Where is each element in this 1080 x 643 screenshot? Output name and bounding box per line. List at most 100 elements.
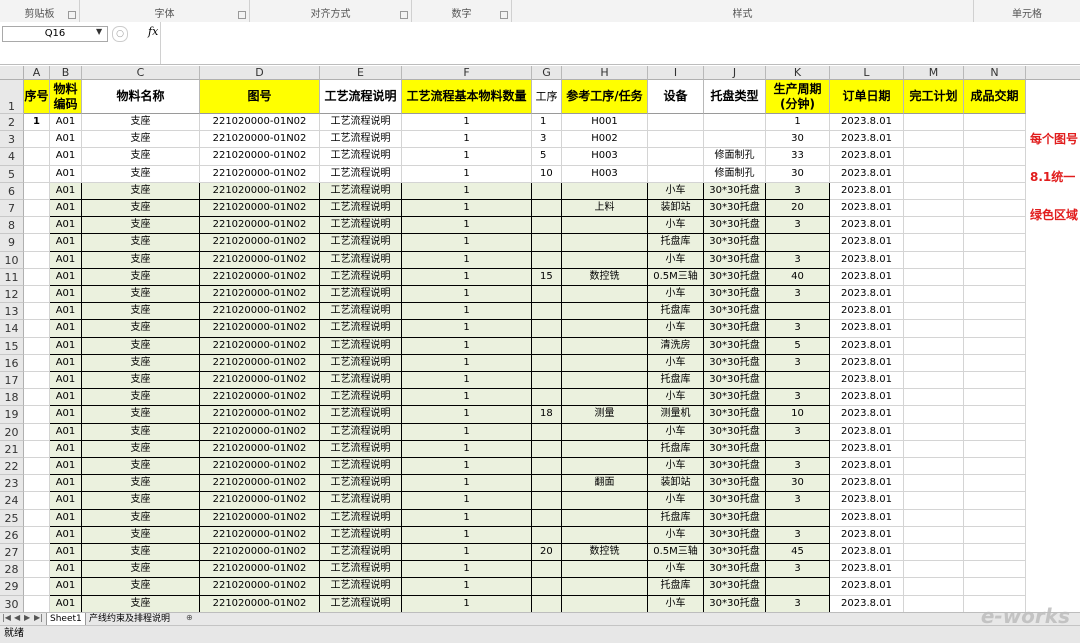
cell-m[interactable]	[904, 595, 964, 612]
row-header[interactable]: 12	[0, 286, 24, 304]
cell-j[interactable]	[704, 114, 766, 132]
cell-m[interactable]	[904, 578, 964, 596]
cell-i[interactable]: 托盘库	[648, 440, 704, 458]
cell-l[interactable]: 2023.8.01	[830, 303, 904, 321]
cell-j[interactable]: 30*30托盘	[704, 475, 766, 493]
cell-a[interactable]	[24, 234, 50, 252]
cell-d[interactable]: 221020000-01N02	[200, 372, 320, 390]
cell-m[interactable]	[904, 234, 964, 252]
cell-f[interactable]: 1	[402, 492, 532, 510]
cell-a[interactable]	[24, 200, 50, 218]
cell-c[interactable]: 支座	[82, 165, 200, 183]
cell-l[interactable]: 2023.8.01	[830, 131, 904, 149]
row-header[interactable]: 16	[0, 354, 24, 372]
cell-g[interactable]	[532, 251, 562, 269]
cell-b[interactable]: A01	[50, 217, 82, 235]
cell-j[interactable]: 30*30托盘	[704, 492, 766, 510]
cell-i[interactable]: 小车	[648, 182, 704, 200]
cell-c[interactable]: 支座	[82, 458, 200, 476]
cell-n[interactable]	[964, 389, 1026, 407]
cell-b[interactable]: A01	[50, 526, 82, 544]
row-header[interactable]: 15	[0, 337, 24, 355]
row-header[interactable]: 3	[0, 131, 24, 149]
cell-l[interactable]: 2023.8.01	[830, 595, 904, 612]
cell-f[interactable]: 1	[402, 114, 532, 132]
cell-c[interactable]: 支座	[82, 268, 200, 286]
cell-c[interactable]: 支座	[82, 131, 200, 149]
cell-k[interactable]	[766, 578, 830, 596]
cell-f[interactable]: 1	[402, 372, 532, 390]
cell-h[interactable]: H003	[562, 148, 648, 166]
cell-i[interactable]	[648, 165, 704, 183]
cell-k[interactable]: 3	[766, 492, 830, 510]
cell-e[interactable]: 工艺流程说明	[320, 148, 402, 166]
cell-b[interactable]: A01	[50, 509, 82, 527]
cell-e[interactable]: 工艺流程说明	[320, 526, 402, 544]
cell-h[interactable]	[562, 286, 648, 304]
cell-c[interactable]: 支座	[82, 423, 200, 441]
cell-j[interactable]: 30*30托盘	[704, 389, 766, 407]
cell-n[interactable]	[964, 544, 1026, 562]
cell-m[interactable]	[904, 475, 964, 493]
header-cell-c[interactable]: 物料名称	[82, 80, 200, 114]
cell-l[interactable]: 2023.8.01	[830, 337, 904, 355]
row-header[interactable]: 24	[0, 492, 24, 510]
cell-h[interactable]	[562, 337, 648, 355]
cell-a[interactable]	[24, 389, 50, 407]
cell-c[interactable]: 支座	[82, 337, 200, 355]
cell-j[interactable]: 30*30托盘	[704, 406, 766, 424]
header-cell-i[interactable]: 设备	[648, 80, 704, 114]
cell-a[interactable]	[24, 182, 50, 200]
cell-n[interactable]	[964, 251, 1026, 269]
cell-c[interactable]: 支座	[82, 200, 200, 218]
cell-a[interactable]	[24, 337, 50, 355]
cell-m[interactable]	[904, 165, 964, 183]
cell-j[interactable]: 30*30托盘	[704, 251, 766, 269]
cell-e[interactable]: 工艺流程说明	[320, 406, 402, 424]
cell-e[interactable]: 工艺流程说明	[320, 131, 402, 149]
row-header[interactable]: 29	[0, 578, 24, 596]
cell-a[interactable]	[24, 595, 50, 612]
cell-e[interactable]: 工艺流程说明	[320, 372, 402, 390]
cell-i[interactable]: 小车	[648, 389, 704, 407]
cell-j[interactable]: 30*30托盘	[704, 372, 766, 390]
cell-i[interactable]: 小车	[648, 251, 704, 269]
cell-n[interactable]	[964, 509, 1026, 527]
cell-k[interactable]: 3	[766, 526, 830, 544]
cell-l[interactable]: 2023.8.01	[830, 234, 904, 252]
row-header[interactable]: 4	[0, 148, 24, 166]
cell-i[interactable]: 托盘库	[648, 578, 704, 596]
cell-m[interactable]	[904, 354, 964, 372]
cell-b[interactable]: A01	[50, 406, 82, 424]
cell-c[interactable]: 支座	[82, 475, 200, 493]
cell-m[interactable]	[904, 544, 964, 562]
cell-d[interactable]: 221020000-01N02	[200, 475, 320, 493]
row-header[interactable]: 8	[0, 217, 24, 235]
cell-i[interactable]: 测量机	[648, 406, 704, 424]
cell-k[interactable]	[766, 509, 830, 527]
header-cell-g[interactable]: 工序	[532, 80, 562, 114]
row-header[interactable]: 21	[0, 440, 24, 458]
cell-d[interactable]: 221020000-01N02	[200, 234, 320, 252]
cell-h[interactable]: 上料	[562, 200, 648, 218]
cell-i[interactable]	[648, 114, 704, 132]
cell-j[interactable]	[704, 131, 766, 149]
column-header-d[interactable]: D	[200, 66, 320, 80]
cell-i[interactable]: 装卸站	[648, 200, 704, 218]
column-header-l[interactable]: L	[830, 66, 904, 80]
row-header[interactable]: 19	[0, 406, 24, 424]
column-header-c[interactable]: C	[82, 66, 200, 80]
header-cell-f[interactable]: 工艺流程基本物料数量	[402, 80, 532, 114]
column-header-h[interactable]: H	[562, 66, 648, 80]
cell-i[interactable]: 小车	[648, 423, 704, 441]
cell-a[interactable]	[24, 458, 50, 476]
cell-a[interactable]	[24, 561, 50, 579]
cell-h[interactable]	[562, 595, 648, 612]
cell-e[interactable]: 工艺流程说明	[320, 423, 402, 441]
cell-m[interactable]	[904, 217, 964, 235]
cell-d[interactable]: 221020000-01N02	[200, 182, 320, 200]
header-cell-e[interactable]: 工艺流程说明	[320, 80, 402, 114]
row-header[interactable]: 25	[0, 509, 24, 527]
cell-k[interactable]: 3	[766, 354, 830, 372]
cell-m[interactable]	[904, 200, 964, 218]
